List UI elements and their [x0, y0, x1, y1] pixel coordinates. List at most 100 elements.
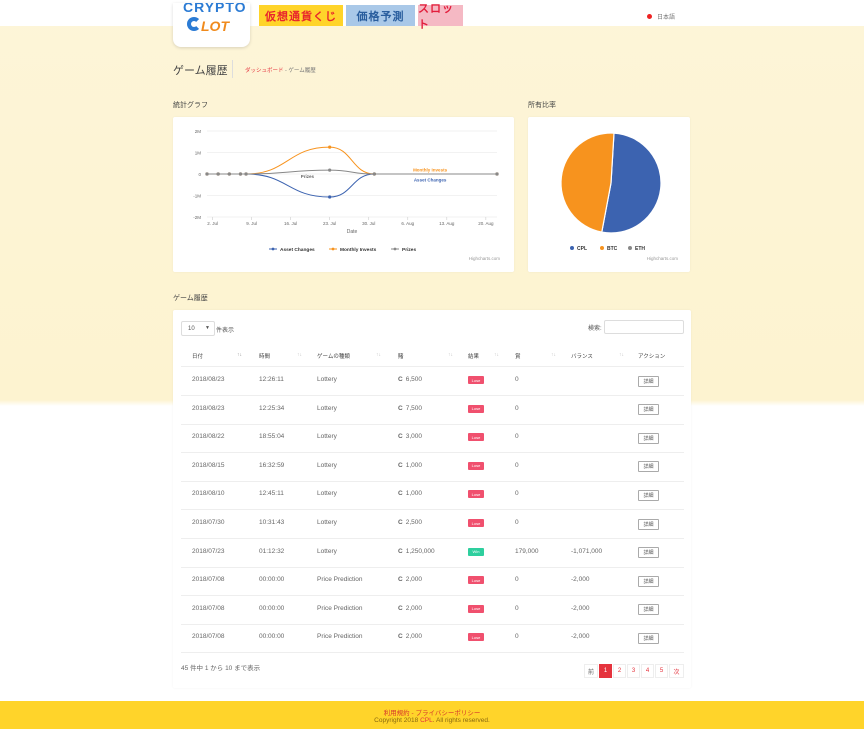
sort-arrows-icon[interactable]: ↑↓: [619, 352, 624, 358]
sort-arrows-icon[interactable]: ↑↓: [551, 352, 556, 358]
bet-amount: 1,000: [405, 490, 422, 498]
series-point[interactable]: [216, 172, 220, 176]
pager-next[interactable]: 次: [669, 664, 684, 678]
series-point[interactable]: [227, 172, 231, 176]
legend-label[interactable]: ETH: [635, 246, 645, 252]
y-tick-label: -2M: [193, 215, 201, 220]
column-header[interactable]: 日付: [192, 352, 203, 360]
legend-label[interactable]: Prizes: [402, 247, 416, 253]
detail-button[interactable]: 詳細: [638, 575, 659, 587]
pager-page[interactable]: 5: [655, 664, 668, 678]
detail-button[interactable]: 詳細: [638, 518, 659, 530]
line-chart: 2M 1M 0 -1M -2M 2. Jul 9. Jul 16. Jul 23. Jul 30.…: [193, 129, 499, 253]
detail-button[interactable]: 詳細: [638, 489, 659, 501]
detail-button[interactable]: 詳細: [638, 375, 659, 387]
status-badge: Lose: [468, 433, 484, 442]
legend-symbol: [570, 246, 574, 250]
detail-button[interactable]: 詳細: [638, 604, 659, 616]
cell-prize: 0: [515, 604, 519, 612]
chart-annotation: Monthly Invests: [413, 168, 448, 173]
sort-arrows-icon[interactable]: ↑↓: [237, 352, 242, 358]
line-chart-credit[interactable]: Highcharts.com: [469, 256, 500, 261]
series-point[interactable]: [495, 172, 499, 176]
footer: 利用規約 - プライバシーポリシー Copyright 2018 CPL. Al…: [0, 701, 864, 729]
bet-amount: 7,500: [405, 404, 422, 412]
coin-icon: C: [398, 547, 403, 555]
column-header[interactable]: 賭: [398, 352, 404, 360]
cell-balance: -2,000: [571, 633, 590, 641]
column-header: アクション: [638, 354, 666, 360]
breadcrumb-dashboard-link[interactable]: ダッシュボード: [245, 68, 284, 74]
series-point[interactable]: [238, 172, 243, 176]
legend-label[interactable]: BTC: [607, 246, 618, 252]
cell-game-type: Price Prediction: [317, 576, 363, 584]
pager-page[interactable]: 4: [641, 664, 654, 678]
series-point[interactable]: [205, 172, 209, 176]
status-badge: Lose: [468, 519, 484, 527]
nav-tab-slot[interactable]: スロット: [418, 3, 463, 31]
page-length-select[interactable]: 10 ▼: [181, 321, 215, 336]
legend-symbol: [628, 246, 632, 250]
stats-graph-label: 統計グラフ: [173, 102, 208, 109]
copyright-brand[interactable]: CPL: [420, 717, 433, 724]
detail-button[interactable]: 詳細: [638, 461, 659, 473]
bet-amount: 2,000: [405, 633, 422, 641]
status-badge: Lose: [468, 461, 484, 470]
legend-label[interactable]: Asset Changes: [280, 247, 315, 253]
search-input[interactable]: [604, 320, 684, 334]
nav-tab-lottery[interactable]: 仮想通貨くじ: [259, 5, 343, 26]
language-selector[interactable]: 日本語: [647, 12, 675, 21]
sort-arrows-icon[interactable]: ↑↓: [494, 352, 499, 358]
detail-button[interactable]: 詳細: [638, 404, 659, 416]
cell-bet: C 7,500: [398, 405, 422, 412]
row-divider: [181, 595, 684, 597]
column-header[interactable]: 時間: [259, 352, 270, 360]
column-header[interactable]: ゲームの種類: [317, 352, 350, 360]
cell-prize: 0: [515, 461, 519, 469]
language-label: 日本語: [657, 15, 676, 21]
series-point[interactable]: [328, 195, 332, 199]
bet-amount: 3,000: [405, 433, 422, 441]
cell-game-type: Lottery: [317, 376, 337, 383]
logo-text-top: CRYPTO: [183, 3, 247, 15]
bet-amount: 6,500: [405, 376, 422, 383]
series-point[interactable]: [328, 168, 332, 172]
bet-amount: 2,000: [405, 604, 422, 612]
x-tick-label: 23. Jul: [323, 221, 336, 226]
site-logo[interactable]: CRYPTO LOT: [173, 3, 250, 47]
title-divider: [232, 60, 233, 78]
legend-label[interactable]: Monthly Invests: [340, 247, 377, 253]
cell-date: 2018/08/15: [192, 461, 225, 469]
column-header[interactable]: 結果: [468, 352, 479, 360]
pager-page[interactable]: 2: [613, 664, 626, 678]
detail-button[interactable]: 詳細: [638, 432, 659, 444]
detail-button[interactable]: 詳細: [638, 632, 659, 644]
footer-links[interactable]: 利用規約 - プライバシーポリシー: [0, 707, 864, 717]
sort-arrows-icon[interactable]: ↑↓: [297, 352, 302, 358]
pager-page[interactable]: 3: [627, 664, 640, 678]
cell-game-type: Lottery: [317, 404, 337, 412]
cell-time: 10:31:43: [259, 519, 285, 526]
cell-bet: C 1,250,000: [398, 548, 435, 555]
cell-game-type: Price Prediction: [317, 633, 363, 641]
line-chart-card: 2M 1M 0 -1M -2M 2. Jul 9. Jul 16. Jul 23. Jul 30.…: [173, 117, 514, 272]
coin-icon: C: [398, 519, 403, 526]
legend-label[interactable]: CPL: [577, 246, 587, 252]
series-point[interactable]: [244, 172, 248, 176]
nav-tab-price-prediction[interactable]: 価格予測: [346, 5, 415, 26]
column-header[interactable]: バランス: [571, 352, 593, 360]
series-point[interactable]: [328, 145, 332, 149]
sort-arrows-icon[interactable]: ↑↓: [376, 352, 381, 358]
cell-prize: 0: [515, 433, 519, 441]
pie-chart-credit[interactable]: Highcharts.com: [647, 256, 678, 261]
sort-arrows-icon[interactable]: ↑↓: [448, 352, 453, 358]
series-point[interactable]: [372, 172, 376, 176]
pager-prev[interactable]: 前: [584, 664, 598, 678]
cell-bet: C 6,500: [398, 376, 422, 383]
column-header[interactable]: 賞: [515, 352, 521, 360]
row-divider: [181, 623, 684, 625]
row-divider: [181, 652, 684, 654]
bet-amount: 2,500: [405, 519, 422, 526]
detail-button[interactable]: 詳細: [638, 547, 659, 559]
pager-page[interactable]: 1: [599, 664, 612, 678]
